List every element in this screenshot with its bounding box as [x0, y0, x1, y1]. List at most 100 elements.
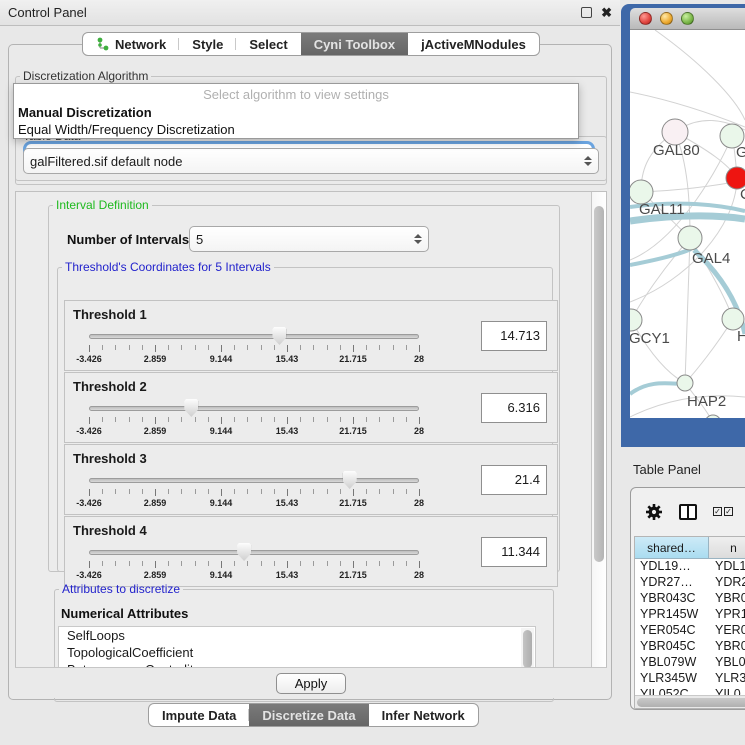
tab-impute-data[interactable]: Impute Data — [149, 704, 249, 726]
tab-jactivemnodules-label: jActiveMNodules — [421, 37, 526, 52]
threshold-value-field[interactable]: 21.4 — [481, 465, 547, 495]
threshold-value-field[interactable]: 11.344 — [481, 537, 547, 567]
settings-scrollbar[interactable] — [591, 192, 606, 668]
close-icon[interactable]: ✖ — [601, 6, 612, 19]
tick-label: 21.715 — [339, 426, 367, 436]
table-cell: YDL1 — [709, 559, 745, 575]
tab-discretize-data[interactable]: Discretize Data — [249, 704, 368, 726]
threshold-slider-track[interactable] — [89, 550, 419, 555]
network-node[interactable] — [677, 375, 693, 391]
number-of-intervals-value: 5 — [196, 232, 413, 247]
threshold-value-field[interactable]: 6.316 — [481, 393, 547, 423]
table-row[interactable]: YER054CYER0 — [635, 623, 745, 639]
table-cell: YLR345W — [635, 671, 709, 687]
threshold-slider-handle[interactable] — [184, 399, 198, 417]
tab-network-label: Network — [115, 37, 166, 52]
network-edge[interactable] — [685, 319, 733, 383]
attributes-group-title: Attributes to discretize — [59, 582, 183, 596]
thresholds-group-title: Threshold's Coordinates for 5 Intervals — [62, 260, 274, 274]
tab-cyni-toolbox[interactable]: Cyni Toolbox — [301, 33, 408, 55]
threshold-slider-handle[interactable] — [272, 327, 286, 345]
number-of-intervals-combobox[interactable]: 5 — [189, 226, 429, 252]
network-node-label: C — [740, 186, 745, 203]
network-node[interactable] — [722, 308, 744, 330]
network-node[interactable] — [705, 415, 721, 418]
threshold-slider-handle[interactable] — [237, 543, 251, 561]
threshold-label: Threshold 3 — [73, 451, 147, 466]
column-header-name[interactable]: n — [709, 537, 745, 559]
tick-label: 2.859 — [144, 426, 167, 436]
column-header-shared-name[interactable]: shared… — [635, 537, 709, 559]
apply-button[interactable]: Apply — [276, 673, 347, 694]
table-data-combobox[interactable]: galFiltered.sif default node — [23, 148, 599, 174]
table-row[interactable]: YBR043CYBR0 — [635, 591, 745, 607]
table-cell: YLR3 — [709, 671, 745, 687]
tab-network[interactable]: Network — [83, 33, 179, 55]
zoom-window-icon[interactable] — [681, 12, 694, 25]
tab-jactivemnodules[interactable]: jActiveMNodules — [408, 33, 539, 55]
table-row[interactable]: YDL19…YDL1 — [635, 559, 745, 575]
table-hscrollbar[interactable] — [635, 695, 745, 708]
network-edge[interactable] — [685, 238, 690, 383]
network-node[interactable] — [678, 226, 702, 250]
dropdown-option[interactable]: Equal Width/Frequency Discretization — [14, 121, 578, 138]
network-canvas[interactable]: GAL80GCGAL11GAL4GCY1HHAP2 — [630, 30, 745, 418]
threshold-slider-track[interactable] — [89, 406, 419, 411]
table-row[interactable]: YLR345WYLR3 — [635, 671, 745, 687]
tick-label: 21.715 — [339, 498, 367, 508]
table-header-row: shared… n — [635, 537, 745, 559]
network-node-label: GAL80 — [653, 142, 700, 159]
number-of-intervals-label: Number of Intervals — [67, 232, 189, 247]
network-window-titlebar[interactable] — [630, 8, 745, 30]
tick-label: 28 — [414, 354, 424, 364]
network-edge[interactable] — [630, 92, 745, 127]
network-node-label: H — [737, 328, 745, 345]
combo-spinner-icon — [583, 156, 592, 166]
table-panel-toolbar: ✓ ✓ — [631, 488, 745, 535]
threshold-stack: Threshold 1-3.4262.8599.14415.4321.71528… — [64, 300, 558, 588]
algorithm-group-title: Discretization Algorithm — [20, 69, 151, 83]
network-edge[interactable] — [655, 30, 745, 120]
table-row[interactable]: YBR045CYBR0 — [635, 639, 745, 655]
table-panel-card: ✓ ✓ shared… n YDL19…YDL1YDR27…YDR2YBR043… — [630, 487, 745, 710]
tab-cyni-toolbox-label: Cyni Toolbox — [314, 37, 395, 52]
threshold-panel: Threshold 4-3.4262.8599.14415.4321.71528… — [64, 516, 558, 587]
tab-infer-network[interactable]: Infer Network — [369, 704, 478, 726]
gear-icon[interactable] — [645, 503, 663, 521]
table-row[interactable]: YPR145WYPR1 — [635, 607, 745, 623]
threshold-slider-track[interactable] — [89, 478, 419, 483]
tick-label: 28 — [414, 570, 424, 580]
columns-icon[interactable] — [679, 504, 697, 520]
tick-label: 15.43 — [276, 498, 299, 508]
close-window-icon[interactable] — [639, 12, 652, 25]
tick-label: 21.715 — [339, 354, 367, 364]
network-node[interactable] — [630, 309, 642, 331]
network-node-label: GAL4 — [692, 250, 730, 267]
threshold-label: Threshold 2 — [73, 379, 147, 394]
numerical-attributes-list[interactable]: SelfLoopsTopologicalCoefficientBetweenne… — [58, 626, 536, 672]
threshold-value-field[interactable]: 14.713 — [481, 321, 547, 351]
table-row[interactable]: YBL079WYBL0 — [635, 655, 745, 671]
network-edge[interactable] — [630, 249, 691, 265]
tick-label: 28 — [414, 498, 424, 508]
float-panel-icon[interactable] — [581, 7, 592, 18]
dropdown-prompt: Select algorithm to view settings — [14, 84, 578, 104]
network-edge[interactable] — [631, 238, 690, 320]
attribute-list-item[interactable]: SelfLoops — [59, 627, 535, 644]
thresholds-group: Threshold's Coordinates for 5 Intervals … — [57, 260, 553, 572]
threshold-slider-handle[interactable] — [343, 471, 357, 489]
dropdown-option[interactable]: Manual Discretization — [14, 104, 578, 121]
network-node-label: GAL11 — [639, 201, 685, 218]
table-row[interactable]: YDR27…YDR2 — [635, 575, 745, 591]
screen: Control Panel ✖ Network Style — [0, 0, 745, 745]
tab-select[interactable]: Select — [236, 33, 300, 55]
threshold-slider-track[interactable] — [89, 334, 419, 339]
attributes-list-scrollbar[interactable] — [521, 628, 534, 672]
network-edge[interactable] — [630, 383, 684, 394]
attribute-list-item[interactable]: TopologicalCoefficient — [59, 644, 535, 661]
table-cell: YER054C — [635, 623, 709, 639]
tab-style[interactable]: Style — [179, 33, 236, 55]
minimize-window-icon[interactable] — [660, 12, 673, 25]
select-columns-icon[interactable]: ✓ ✓ — [713, 507, 733, 516]
settings-scrollbar-thumb[interactable] — [594, 206, 604, 562]
